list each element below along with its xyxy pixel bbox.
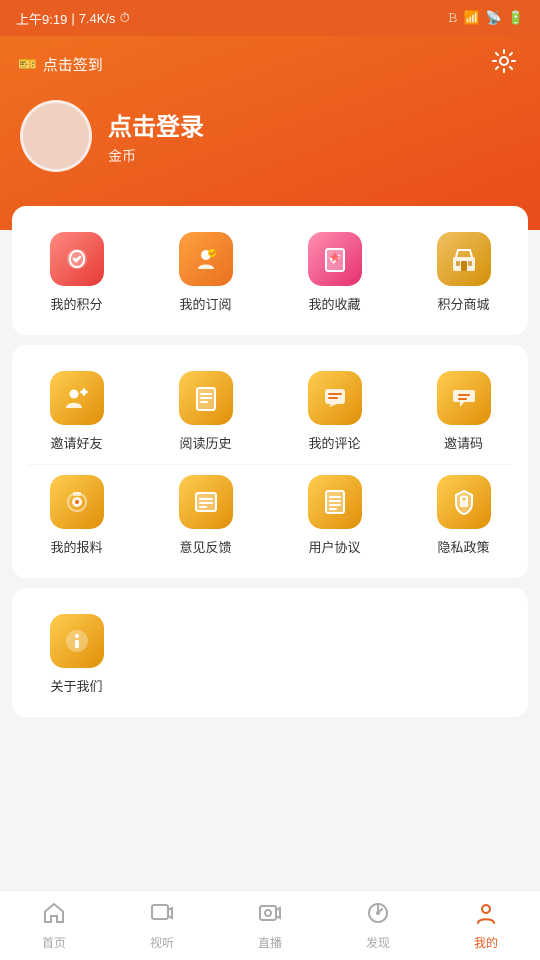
my-favorites-item[interactable]: 我的收藏 [270,222,399,325]
my-points-label: 我的积分 [50,294,102,313]
status-speed: 7.4K/s [79,11,116,26]
feedback-item[interactable]: 意见反馈 [141,465,270,568]
my-favorites-icon-wrap [308,232,362,286]
my-report-icon [50,475,104,529]
signal-icon: 📶 [463,10,479,26]
user-agreement-icon [308,475,362,529]
status-time: 上午9:19 [16,9,67,28]
checkin-label: 点击签到 [43,54,103,75]
user-text-block: 点击登录 金币 [108,107,204,166]
points-mall-item[interactable]: 积分商城 [399,222,528,325]
privacy-policy-icon [437,475,491,529]
about-us-label: 关于我们 [50,676,102,695]
status-bar: 上午9:19 | 7.4K/s ⏱ 𝙱 📶 📡 🔋 [0,0,540,36]
home-icon [42,901,66,931]
media-icon [150,901,174,931]
discover-icon [366,901,390,931]
settings-gear-icon [491,48,517,80]
my-subscription-label: 我的订阅 [179,294,231,313]
my-comments-icon [308,371,362,425]
nav-home[interactable]: 首页 [0,901,108,951]
reading-history-icon [179,371,233,425]
privacy-policy-item[interactable]: 隐私政策 [399,465,528,568]
points-mall-label: 积分商城 [437,294,489,313]
feedback-icon [179,475,233,529]
invite-friends-item[interactable]: 邀请好友 [12,361,141,464]
coin-label: 金币 [108,146,204,166]
points-mall-icon-wrap [437,232,491,286]
about-card: 关于我们 [12,588,528,717]
header-zone: 🎫 点击签到 点击登录 金币 [0,36,540,230]
avatar [20,100,92,172]
nav-live[interactable]: 直播 [216,901,324,951]
my-points-icon-wrap [50,232,104,286]
menu-grid-2: 我的报料 意见反馈 [12,465,528,568]
my-subscription-icon-wrap [179,232,233,286]
nav-media[interactable]: 视听 [108,901,216,951]
invite-code-icon [437,371,491,425]
user-info[interactable]: 点击登录 金币 [0,90,540,190]
wifi-icon: 📡 [486,10,502,26]
my-favorites-label: 我的收藏 [308,294,360,313]
nav-live-label: 直播 [258,934,282,951]
checkin-icon: 🎫 [18,55,37,73]
my-comments-item[interactable]: 我的评论 [270,361,399,464]
nav-my-label: 我的 [474,934,498,951]
about-us-icon [50,614,104,668]
status-network: | [71,11,74,26]
live-icon [258,901,282,931]
invite-code-item[interactable]: 邀请码 [399,361,528,464]
bottom-nav: 首页 视听 直播 发现 [0,890,540,960]
reading-history-label: 阅读历史 [179,433,231,452]
bluetooth-icon: 𝙱 [448,10,457,26]
login-text: 点击登录 [108,107,204,142]
about-us-item[interactable]: 关于我们 [12,604,141,707]
reading-history-item[interactable]: 阅读历史 [141,361,270,464]
menu-card-1: 邀请好友 阅读历史 [12,345,528,578]
nav-my[interactable]: 我的 [432,901,540,951]
quick-menu-card: 我的积分 我的订阅 [12,206,528,335]
user-agreement-label: 用户协议 [308,537,360,556]
about-grid: 关于我们 [12,604,528,707]
my-report-label: 我的报料 [50,537,102,556]
invite-friends-icon [50,371,104,425]
privacy-policy-label: 隐私政策 [437,537,489,556]
menu-grid-1: 邀请好友 阅读历史 [12,361,528,464]
status-right: 𝙱 📶 📡 🔋 [448,10,524,26]
timer-icon: ⏱ [120,10,130,26]
settings-button[interactable] [486,46,522,82]
my-icon [474,901,498,931]
my-comments-label: 我的评论 [308,433,360,452]
invite-code-label: 邀请码 [444,433,483,452]
nav-home-label: 首页 [42,934,66,951]
checkin-button[interactable]: 🎫 点击签到 [18,54,103,75]
nav-discover-label: 发现 [366,934,390,951]
feedback-label: 意见反馈 [179,537,231,556]
nav-media-label: 视听 [150,934,174,951]
my-points-item[interactable]: 我的积分 [12,222,141,325]
quick-menu-grid: 我的积分 我的订阅 [12,222,528,325]
battery-icon: 🔋 [508,10,524,26]
nav-discover[interactable]: 发现 [324,901,432,951]
status-left: 上午9:19 | 7.4K/s ⏱ [16,9,130,28]
user-agreement-item[interactable]: 用户协议 [270,465,399,568]
my-subscription-item[interactable]: 我的订阅 [141,222,270,325]
my-report-item[interactable]: 我的报料 [12,465,141,568]
top-bar: 🎫 点击签到 [0,36,540,90]
invite-friends-label: 邀请好友 [50,433,102,452]
content-area: 我的积分 我的订阅 [0,206,540,717]
